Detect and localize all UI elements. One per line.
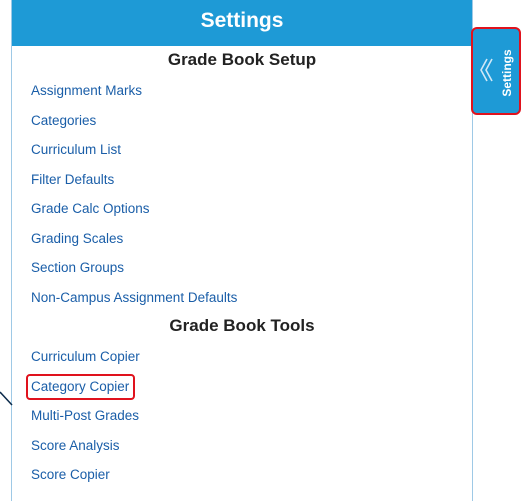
list-item: Curriculum Copier bbox=[12, 342, 472, 372]
curriculum-list-link[interactable]: Curriculum List bbox=[31, 141, 121, 159]
grading-scales-link[interactable]: Grading Scales bbox=[31, 230, 123, 248]
curriculum-copier-link[interactable]: Curriculum Copier bbox=[31, 348, 140, 366]
list-item: Non-Campus Assignment Defaults bbox=[12, 283, 472, 313]
filter-defaults-link[interactable]: Filter Defaults bbox=[31, 171, 114, 189]
settings-panel: Settings Grade Book Setup Assignment Mar… bbox=[11, 0, 473, 501]
list-item: Section Groups bbox=[12, 253, 472, 283]
section-title-grade-book-setup: Grade Book Setup bbox=[167, 50, 317, 69]
assignment-marks-link[interactable]: Assignment Marks bbox=[31, 82, 142, 100]
list-item: Multi-Post Grades bbox=[12, 401, 472, 431]
list-item: Grading Scales bbox=[12, 224, 472, 254]
double-chevron-left-icon bbox=[480, 58, 493, 82]
score-copier-link[interactable]: Score Copier bbox=[31, 466, 110, 484]
categories-link[interactable]: Categories bbox=[31, 112, 96, 130]
list-item: Filter Defaults bbox=[12, 165, 472, 195]
non-campus-assignment-defaults-link[interactable]: Non-Campus Assignment Defaults bbox=[31, 289, 237, 307]
list-item: Grade Calc Options bbox=[12, 194, 472, 224]
grade-calc-options-link[interactable]: Grade Calc Options bbox=[31, 200, 150, 218]
list-item: Category Copier bbox=[12, 372, 472, 402]
list-item: Assignment Marks bbox=[12, 76, 472, 106]
grade-book-setup-list: Assignment Marks Categories Curriculum L… bbox=[12, 76, 472, 312]
list-item: Score Copier bbox=[12, 460, 472, 490]
multi-post-grades-link[interactable]: Multi-Post Grades bbox=[31, 407, 139, 425]
section-title-grade-book-tools: Grade Book Tools bbox=[169, 316, 315, 335]
list-item: Curriculum List bbox=[12, 135, 472, 165]
list-item: Categories bbox=[12, 106, 472, 136]
score-analysis-link[interactable]: Score Analysis bbox=[31, 437, 120, 455]
category-copier-link[interactable]: Category Copier bbox=[25, 373, 136, 400]
settings-side-tab-label: Settings bbox=[500, 49, 514, 97]
settings-panel-header: Settings bbox=[12, 0, 472, 46]
settings-screenshot: Settings Grade Book Setup Assignment Mar… bbox=[0, 0, 527, 501]
section-groups-link[interactable]: Section Groups bbox=[31, 259, 124, 277]
list-item: Score Analysis bbox=[12, 431, 472, 461]
settings-side-tab[interactable]: Settings bbox=[471, 27, 521, 115]
grade-book-tools-list: Curriculum Copier Category Copier Multi-… bbox=[12, 342, 472, 490]
